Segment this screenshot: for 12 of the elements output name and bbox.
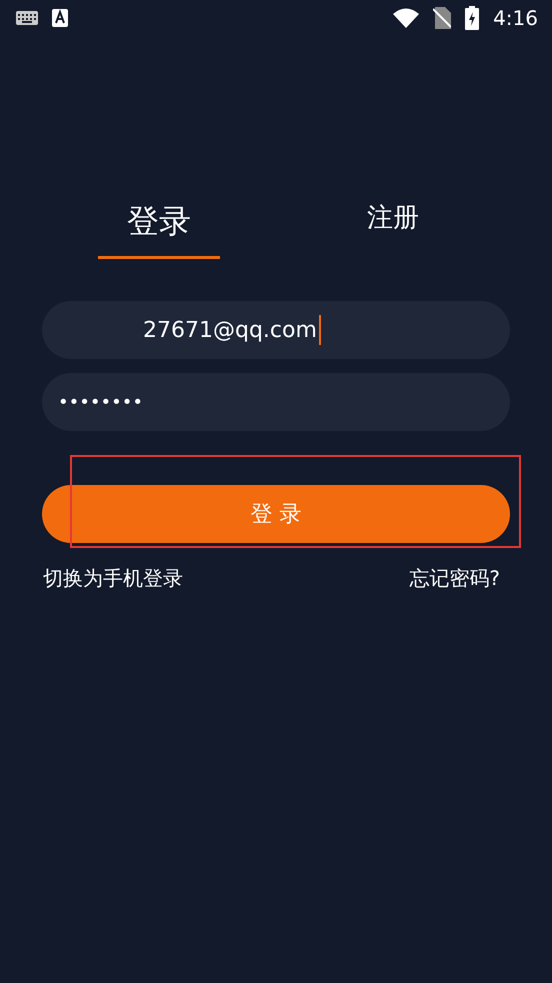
password-field[interactable]: •••••••• <box>42 373 510 431</box>
tab[interactable]: 登录 <box>42 194 276 273</box>
no-sim-icon <box>433 7 452 29</box>
status-time: 4:16 <box>493 6 538 30</box>
keyboard-icon <box>16 11 38 25</box>
tab[interactable]: 注册 <box>276 194 510 273</box>
forgot-password-link[interactable]: 忘记密码? <box>409 565 500 592</box>
wifi-icon <box>393 8 420 28</box>
battery-icon <box>465 6 480 30</box>
font-icon <box>52 9 68 27</box>
switch-login-link[interactable]: 切换为手机登录 <box>43 565 183 592</box>
email-field[interactable]: 27671@qq.com <box>42 301 510 359</box>
